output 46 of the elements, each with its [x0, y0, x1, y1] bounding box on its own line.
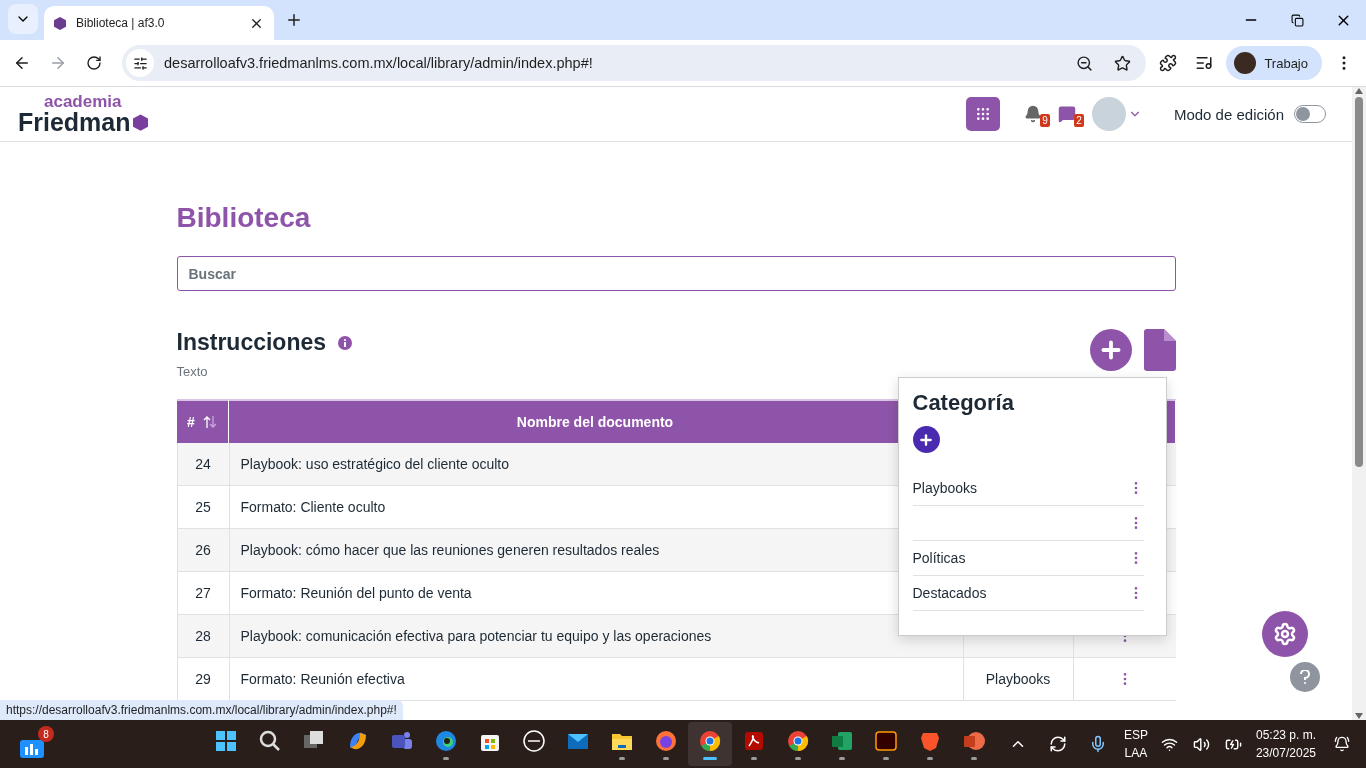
- category-name[interactable]: Políticas: [912, 550, 966, 566]
- logo-text: academia: [44, 93, 123, 110]
- table-cell: 25: [176, 486, 229, 529]
- table-cell: Playbook: comunicación efectiva para potenciar tu equipo y las operaciones: [228, 615, 963, 658]
- question-mark-icon: [1299, 670, 1311, 684]
- popover-title: Categoría: [912, 390, 1015, 416]
- plus-icon: [918, 431, 934, 448]
- clock-date[interactable]: 23/07/2025: [1255, 744, 1316, 762]
- section-title: Instrucciones: [176, 329, 327, 356]
- hexagon-icon: [132, 114, 148, 131]
- table-cell: 26: [176, 529, 229, 572]
- link-status-tooltip: https://desarrolloafv3.friedmanlms.com.mx/local/library/admin/index.php#!: [0, 700, 403, 720]
- chrome-icon[interactable]: [688, 722, 732, 766]
- column-header[interactable]: #: [176, 399, 229, 443]
- scrollbar-thumb[interactable]: [1355, 97, 1363, 467]
- table-cell: 27: [176, 572, 229, 615]
- site-settings-icon[interactable]: [126, 49, 154, 77]
- help-button[interactable]: [1290, 662, 1320, 692]
- info-icon[interactable]: [338, 335, 353, 350]
- clock-time[interactable]: 05:23 p. m.: [1255, 726, 1316, 744]
- add-button[interactable]: [1089, 329, 1132, 371]
- logo-text: Friedman: [18, 110, 131, 135]
- edit-mode-toggle[interactable]: [1294, 105, 1326, 123]
- language-indicator[interactable]: ESP: [1123, 726, 1148, 744]
- tab-list-button[interactable]: [8, 4, 38, 34]
- table-cell: 24: [176, 443, 229, 486]
- category-name[interactable]: Destacados: [912, 585, 987, 601]
- hexagon-icon: [54, 16, 66, 30]
- avatar-icon: [1234, 52, 1257, 74]
- sort-icon[interactable]: [202, 415, 217, 429]
- search-field[interactable]: Buscar: [176, 256, 1176, 291]
- language-indicator[interactable]: LAA: [1124, 744, 1148, 762]
- browser-tab[interactable]: Biblioteca | af3.0: [44, 6, 274, 40]
- document-icon[interactable]: [1143, 329, 1176, 371]
- section-subtitle: Texto: [176, 364, 209, 379]
- table-cell: Formato: Reunión efectiva: [228, 658, 963, 701]
- profile-button[interactable]: Trabajo: [1226, 46, 1322, 80]
- settings-button[interactable]: [1262, 611, 1308, 657]
- add-category-button[interactable]: [912, 426, 940, 453]
- gear-icon: [1273, 622, 1297, 646]
- table-cell: 28: [176, 615, 229, 658]
- grid-icon: [974, 106, 991, 122]
- edit-mode-label: Modo de edición: [1173, 105, 1284, 123]
- table-cell: Playbooks: [962, 658, 1073, 701]
- page-title: Biblioteca: [176, 202, 312, 234]
- apps-grid-button[interactable]: [965, 97, 1000, 131]
